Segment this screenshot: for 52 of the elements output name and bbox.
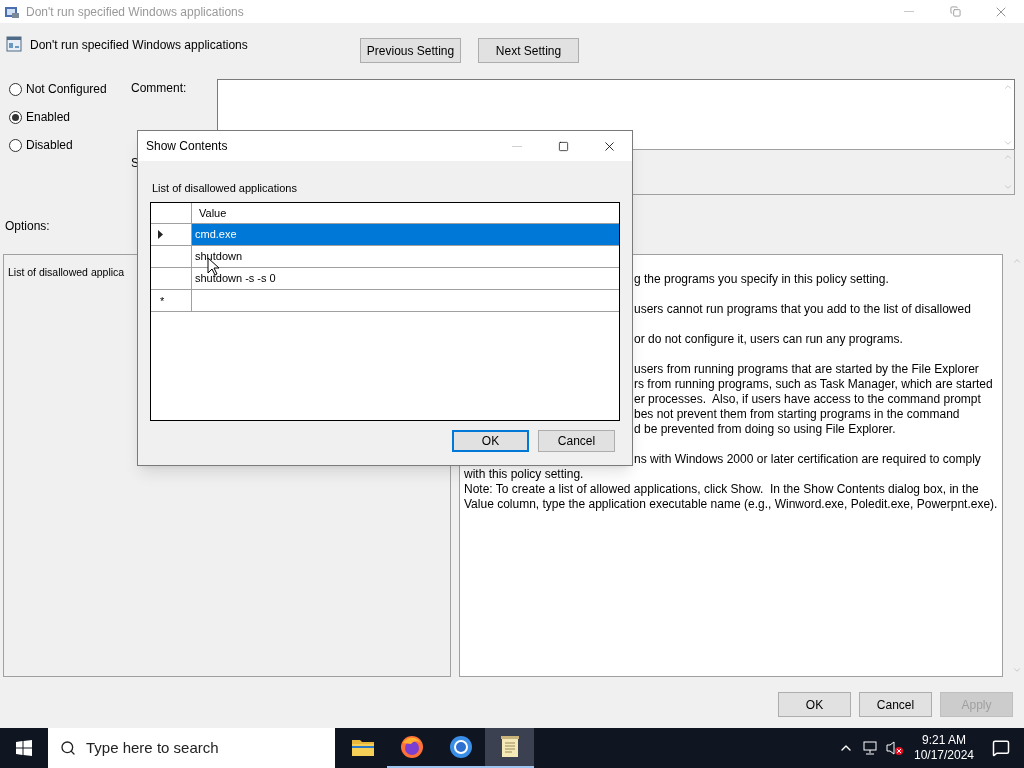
windows-logo-icon	[16, 740, 32, 756]
policy-name: Don't run specified Windows applications	[30, 37, 249, 54]
help-text: users cannot run programs that you add to the list of disallowed	[634, 302, 972, 317]
help-text: rs from running programs, such as Task Manager, which are started	[634, 377, 994, 392]
radio-label: Enabled	[26, 109, 71, 126]
minimize-icon	[512, 145, 522, 147]
help-text: Note: To create a list of allowed applications, click Show. In the Show Contents dialog box, in the	[464, 482, 980, 497]
volume-muted-icon[interactable]	[886, 740, 904, 756]
notification-icon[interactable]	[992, 739, 1010, 757]
value-cell[interactable]: cmd.exe	[192, 224, 619, 245]
help-text: d be prevented from doing so using File Explorer.	[634, 422, 897, 437]
help-text: g the programs you specify in this policy setting.	[634, 272, 890, 287]
browser-icon	[399, 735, 424, 759]
help-text: Value column, type the application executable name (e.g., Winword.exe, Poledit.exe, Powerpnt.exe).	[464, 497, 999, 512]
restore-icon	[949, 6, 961, 17]
nav-button[interactable]: Next Setting	[478, 38, 579, 63]
footer-button[interactable]: Cancel	[859, 692, 932, 717]
search-icon	[60, 740, 76, 756]
help-text: or do not configure it, users can run any programs.	[634, 332, 904, 347]
help-text: er processes. Also, if users have access to the command prompt	[634, 392, 982, 407]
dialog-button[interactable]: OK	[452, 430, 529, 452]
options-text: List of disallowed applica	[8, 266, 125, 278]
dialog-title: Show Contents	[146, 138, 228, 155]
comment-label: Comment:	[131, 81, 187, 95]
help-text: with this policy setting.	[464, 467, 585, 482]
options-label: Options:	[5, 219, 50, 233]
maximize-icon	[557, 140, 569, 152]
radio-button[interactable]	[9, 82, 22, 96]
search-field[interactable]: Type here to search	[48, 728, 335, 768]
radio-label: Disabled	[26, 137, 73, 154]
window-title: Don't run specified Windows applications	[26, 3, 244, 21]
help-text: bes not prevent them from starting programs in the command	[634, 407, 961, 422]
help-text: ns with Windows 2000 or later certification are required to comply	[634, 452, 982, 467]
minimize-icon	[904, 11, 914, 12]
nav-button[interactable]: Previous Setting	[360, 38, 461, 63]
clock-date[interactable]: 10/17/2024	[913, 748, 975, 763]
policy-icon	[6, 36, 22, 52]
dialog-button[interactable]: Cancel	[538, 430, 615, 452]
column-header[interactable]: Value	[192, 203, 619, 223]
radio-button[interactable]	[9, 138, 22, 152]
current-row-icon	[158, 230, 163, 239]
dialog-caption: List of disallowed applications	[152, 181, 298, 195]
network-icon[interactable]	[862, 740, 878, 756]
taskbar-app-button[interactable]	[485, 728, 534, 768]
folder-icon	[350, 737, 375, 757]
clock-time[interactable]: 9:21 AM	[922, 733, 966, 748]
footer-button[interactable]: OK	[778, 692, 851, 717]
notepad-icon	[498, 735, 521, 759]
browser-icon	[448, 735, 473, 759]
help-text: users from running programs that are started by the File Explorer	[634, 362, 980, 377]
radio-button[interactable]	[9, 110, 22, 124]
radio-label: Not Configured	[26, 81, 107, 98]
